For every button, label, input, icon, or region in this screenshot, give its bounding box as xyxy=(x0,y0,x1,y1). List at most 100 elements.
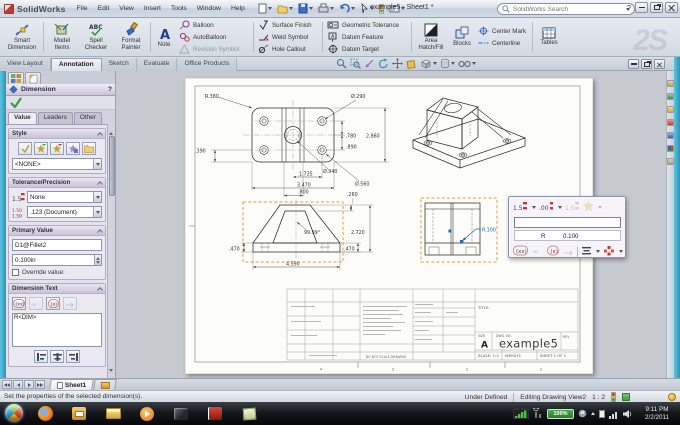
menu-tools[interactable]: Tools xyxy=(166,5,192,12)
dim-d290[interactable]: Ø.290 xyxy=(351,93,365,100)
dim-d2720[interactable]: 2.720 xyxy=(351,230,365,236)
view-palette-icon[interactable] xyxy=(667,132,674,139)
close-button[interactable] xyxy=(665,2,678,13)
dim-d3470[interactable]: 3.470 xyxy=(297,183,311,189)
tolerance-style-dropdown-icon[interactable] xyxy=(532,206,536,209)
previous-sheet-button[interactable] xyxy=(13,380,23,389)
tolerance-style-button[interactable]: 1.5 xyxy=(513,201,528,214)
save-style-button[interactable] xyxy=(66,142,80,155)
media-player-taskbar-button[interactable] xyxy=(132,403,162,424)
autoballoon-button[interactable]: AutoBalloon xyxy=(176,31,252,43)
style-dropdown[interactable] xyxy=(12,158,102,170)
override-checkbox[interactable] xyxy=(12,269,19,276)
dimension-value-input[interactable] xyxy=(13,256,94,264)
3d-drawing-view-icon[interactable] xyxy=(406,58,417,69)
align-right-button[interactable] xyxy=(66,350,80,363)
solidworks-resources-icon[interactable] xyxy=(667,93,674,100)
activity-monitor-icon[interactable] xyxy=(513,408,529,419)
datum-target-button[interactable]: Datum Target xyxy=(324,43,410,55)
dim-r380[interactable]: R.380 xyxy=(205,94,219,100)
doc-restore-button[interactable] xyxy=(641,59,652,69)
battery-indicator[interactable]: 100% xyxy=(547,408,574,419)
format-painter-button[interactable]: Format Painter xyxy=(113,19,149,55)
view-orientation-icon[interactable] xyxy=(420,58,437,69)
position-dropdown-icon[interactable] xyxy=(619,250,623,253)
new-document-button[interactable] xyxy=(256,2,274,15)
collapse-icon[interactable] xyxy=(97,228,103,235)
dim-d260[interactable]: .260 xyxy=(347,192,358,198)
appearances-icon[interactable] xyxy=(667,145,674,152)
tab-value[interactable]: Value xyxy=(8,112,37,124)
next-sheet-button[interactable] xyxy=(24,380,34,389)
search-box[interactable] xyxy=(497,3,635,15)
balloon-button[interactable]: Balloon xyxy=(176,19,252,31)
print-button[interactable] xyxy=(316,2,336,15)
dimension-value-field[interactable] xyxy=(12,254,102,266)
menu-window[interactable]: Window xyxy=(192,5,226,12)
zoom-fit-icon[interactable] xyxy=(336,58,347,69)
dim-d800[interactable]: .800 xyxy=(298,190,309,196)
solidworks-taskbar-button[interactable] xyxy=(200,403,230,424)
surface-finish-button[interactable]: Surface Finish xyxy=(255,19,321,31)
menu-view[interactable]: View xyxy=(114,5,139,12)
add-parenthesis-button[interactable]: (xx) xyxy=(12,297,26,310)
inspection-dimension-button[interactable]: (x) xyxy=(547,245,560,258)
menu-file[interactable]: File xyxy=(72,5,93,12)
align-left-button[interactable] xyxy=(34,350,48,363)
tab-leaders[interactable]: Leaders xyxy=(37,112,73,124)
scroll-thumb[interactable] xyxy=(109,136,115,196)
custom-tab[interactable] xyxy=(25,72,41,84)
tab-view-layout[interactable]: View Layout xyxy=(0,58,51,71)
presenter-taskbar-button[interactable] xyxy=(166,403,196,424)
dimension-drag-handle[interactable] xyxy=(448,229,452,233)
custom-properties-icon[interactable] xyxy=(667,158,674,165)
file-explorer-icon[interactable] xyxy=(667,119,674,126)
save-button[interactable] xyxy=(296,2,315,15)
panel-scrollbar[interactable] xyxy=(107,124,115,379)
dimension-text-area[interactable]: R<DIM> xyxy=(12,313,102,347)
dim-d470r[interactable]: .470 xyxy=(344,247,355,253)
menu-insert[interactable]: Insert xyxy=(139,5,166,12)
dimension-name-input[interactable] xyxy=(13,241,101,249)
last-sheet-button[interactable] xyxy=(35,380,45,389)
status-coin-icon[interactable] xyxy=(668,393,676,401)
home-icon[interactable] xyxy=(667,80,674,87)
doc-close-button[interactable] xyxy=(654,59,665,69)
previous-view-icon[interactable] xyxy=(364,58,375,69)
dimension-value-row[interactable]: R 0.100 xyxy=(514,230,621,241)
volume-icon[interactable] xyxy=(623,409,633,419)
add-sheet-tab[interactable] xyxy=(93,379,118,390)
scroll-down-icon[interactable] xyxy=(109,369,114,379)
model-items-button[interactable]: Model Items xyxy=(45,19,79,55)
tolerance-position-button[interactable] xyxy=(603,245,615,258)
menu-edit[interactable]: Edit xyxy=(93,5,115,12)
tab-sketch[interactable]: Sketch xyxy=(101,58,137,71)
geometric-tolerance-button[interactable]: Geometric Tolerance xyxy=(324,19,410,31)
undo-button[interactable] xyxy=(337,2,357,15)
pan-icon[interactable] xyxy=(392,58,403,69)
zoom-area-icon[interactable] xyxy=(350,58,361,69)
center-mark-button[interactable]: Center Mark xyxy=(475,25,531,37)
align-center-button[interactable] xyxy=(50,350,64,363)
network-icon[interactable] xyxy=(609,409,619,419)
sheet1-tab[interactable]: Sheet1 xyxy=(49,379,95,390)
area-hatch-button[interactable]: Area Hatch/Fill xyxy=(413,19,449,55)
dimension-name-field[interactable] xyxy=(12,239,102,251)
property-manager-tab[interactable] xyxy=(8,72,24,84)
collapse-icon[interactable] xyxy=(97,131,103,138)
clock[interactable]: 9:11 PM 2/2/2011 xyxy=(637,406,677,422)
dim-r100-editing[interactable]: R.100 xyxy=(482,228,496,234)
first-sheet-button[interactable] xyxy=(2,380,12,389)
smart-dimension-button[interactable]: Smart Dimension xyxy=(2,19,42,55)
tables-button[interactable]: Tables xyxy=(534,19,564,55)
dim-d2860[interactable]: 2.860 xyxy=(366,134,380,140)
firefox-taskbar-button[interactable] xyxy=(30,403,60,424)
status-document-icon[interactable] xyxy=(622,393,630,401)
blocks-button[interactable]: Blocks xyxy=(449,19,475,55)
display-style-icon[interactable] xyxy=(440,58,455,69)
notes-taskbar-button[interactable] xyxy=(234,403,264,424)
start-button[interactable] xyxy=(5,404,23,422)
tab-office-products[interactable]: Office Products xyxy=(177,58,238,71)
tab-evaluate[interactable]: Evaluate xyxy=(136,58,178,71)
style-dropdown-arrow-icon[interactable] xyxy=(92,159,101,169)
